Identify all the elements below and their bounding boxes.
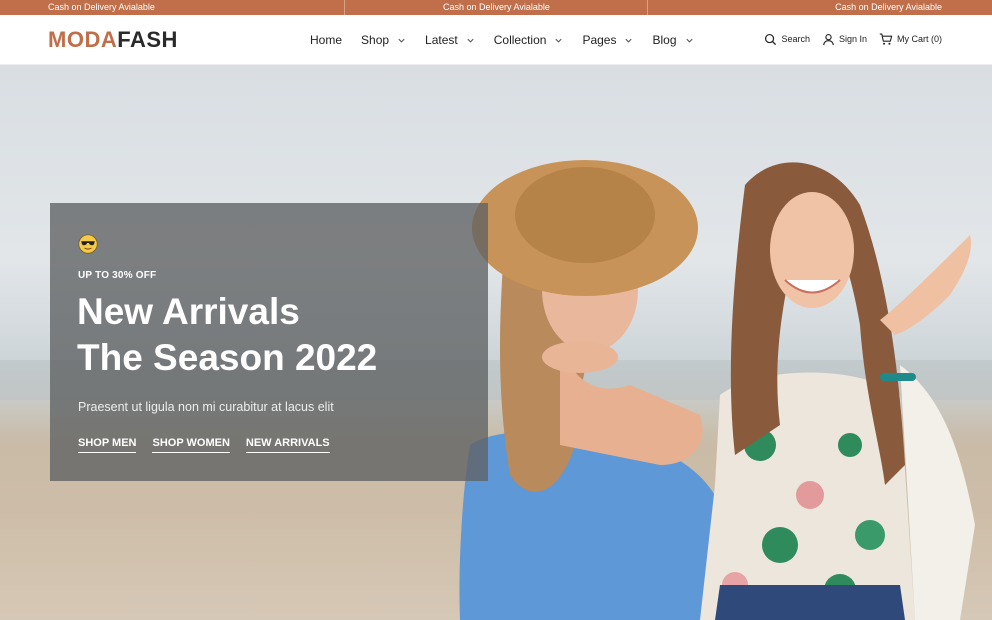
nav-label: Collection [493, 33, 547, 47]
site-logo[interactable]: MODAFASH [48, 27, 178, 53]
new-arrivals-link[interactable]: NEW ARRIVALS [245, 437, 330, 453]
hero-banner: UP TO 30% OFF New Arrivals The Season 20… [0, 65, 992, 620]
hero-headline-line1: New Arrivals [77, 291, 300, 332]
logo-part-moda: MODA [48, 27, 118, 52]
hero-headline: New Arrivals The Season 2022 [77, 289, 377, 381]
hero-headline-line2: The Season 2022 [77, 337, 378, 378]
cart-button[interactable]: My Cart (0) [879, 33, 942, 46]
cart-icon [879, 33, 893, 45]
chevron-down-icon [685, 36, 694, 45]
chevron-down-icon [624, 36, 633, 45]
chevron-down-icon [554, 36, 563, 45]
nav-item-pages[interactable]: Pages [582, 33, 633, 47]
signin-label: Sign In [838, 34, 867, 44]
announcement-divider [344, 0, 345, 15]
nav-label: Home [310, 33, 343, 47]
nav-item-home[interactable]: Home [310, 33, 342, 47]
nav-item-latest[interactable]: Latest [425, 33, 475, 47]
announcement-message: Cash on Delivery Avialable [48, 2, 155, 12]
chevron-down-icon [397, 36, 406, 45]
user-icon [823, 33, 834, 45]
announcement-message: Cash on Delivery Avialable [835, 2, 942, 12]
announcement-message: Cash on Delivery Avialable [443, 2, 550, 12]
search-button[interactable]: Search [764, 33, 810, 46]
sunglasses-emoji-icon [78, 234, 98, 254]
nav-item-collection[interactable]: Collection [494, 33, 564, 47]
nav-label: Blog [652, 33, 677, 47]
announcement-divider [647, 0, 648, 15]
search-icon [765, 33, 777, 45]
hero-subtitle: Praesent ut ligula non mi curabitur at l… [78, 400, 334, 414]
promo-eyebrow: UP TO 30% OFF [78, 270, 157, 281]
signin-link[interactable]: Sign In [822, 33, 867, 46]
header-utilities: Search Sign In My Cart (0) [752, 31, 942, 47]
hero-promo-panel: UP TO 30% OFF New Arrivals The Season 20… [50, 203, 488, 481]
logo-part-fash: FASH [117, 27, 178, 52]
cart-label: My Cart (0) [897, 34, 942, 44]
shop-women-link[interactable]: SHOP WOMEN [152, 437, 230, 453]
chevron-down-icon [466, 36, 475, 45]
main-nav: Home Shop Latest Collection Pages Blog [310, 32, 713, 48]
announcement-bar: Cash on Delivery Avialable Cash on Deliv… [0, 0, 992, 15]
nav-label: Pages [582, 33, 617, 47]
nav-label: Latest [425, 33, 458, 47]
nav-item-blog[interactable]: Blog [652, 33, 693, 47]
shop-men-link[interactable]: SHOP MEN [78, 437, 137, 453]
site-header: MODAFASH Home Shop Latest Collection Pag… [0, 15, 992, 65]
nav-item-shop[interactable]: Shop [361, 33, 406, 47]
nav-label: Shop [361, 33, 390, 47]
hero-cta-group: SHOP MEN SHOP WOMEN NEW ARRIVALS [78, 437, 346, 453]
search-label: Search [781, 34, 810, 44]
